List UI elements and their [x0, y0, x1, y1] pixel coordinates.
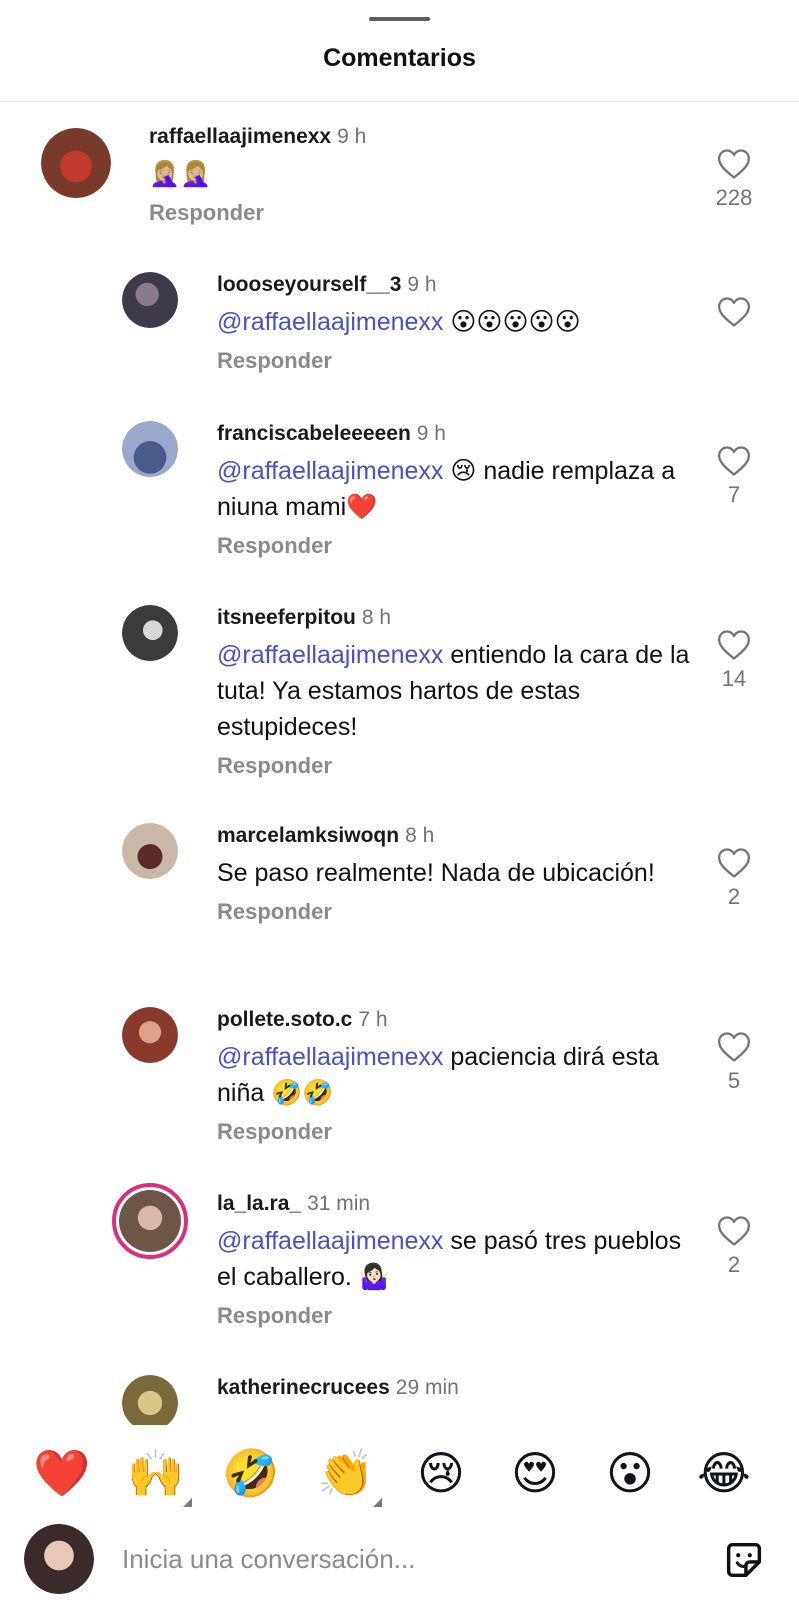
heart-eyes-emoji-icon: 😍 [511, 1447, 559, 1499]
comment-username[interactable]: la_la.ra_ [217, 1192, 301, 1215]
like-button[interactable]: 5 [709, 1031, 759, 1093]
like-button[interactable]: 2 [709, 847, 759, 909]
rofl-emoji-icon: 🤣 [222, 1447, 280, 1499]
comment-username[interactable]: loooseyourself__3 [217, 273, 401, 296]
raised-hands-emoji-icon: 🙌 [127, 1447, 185, 1499]
heart-outline-icon [717, 1032, 751, 1062]
comment-time: 9 h [407, 273, 437, 296]
comment-username[interactable]: itsneeferpitou [217, 606, 356, 629]
heart-outline-icon [717, 149, 751, 179]
comment-body: 🤦🏼‍♀️🤦🏼‍♀️ [149, 160, 212, 188]
comment-body: 😮😮😮😮😮 [443, 308, 581, 336]
avatar[interactable] [122, 421, 178, 477]
reaction-surprised[interactable]: 😮 [600, 1443, 660, 1503]
reply-button[interactable]: Responder [217, 1303, 699, 1329]
comment-mention[interactable]: @raffaellaajimenexx [217, 1043, 443, 1071]
comment-time: 8 h [405, 824, 435, 847]
comments-sheet: Comentarios raffaellaajimenexx 9 h 🤦🏼‍♀️🤦… [0, 0, 799, 1600]
reaction-rofl[interactable]: 🤣 [221, 1443, 281, 1503]
comment-text: @raffaellaajimenexx paciencia dirá esta … [217, 1039, 699, 1111]
reaction-raised-hands[interactable]: 🙌 [126, 1443, 192, 1507]
comment-mention[interactable]: @raffaellaajimenexx [217, 641, 443, 669]
surprised-emoji-icon: 😮 [606, 1447, 654, 1499]
comment-username[interactable]: katherinecrucees [217, 1376, 390, 1399]
like-button[interactable]: 7 [709, 445, 759, 507]
comment-username[interactable]: pollete.soto.c [217, 1008, 352, 1031]
comment-text: Se paso realmente! Nada de ubicación! [217, 855, 699, 891]
comment-text: 🤦🏼‍♀️🤦🏼‍♀️ [149, 156, 699, 192]
reaction-heart-eyes[interactable]: 😍 [505, 1443, 565, 1503]
crying-emoji-icon: 😢 [417, 1447, 465, 1499]
comment-body: Se paso realmente! Nada de ubicación! [217, 859, 655, 887]
comment-mention[interactable]: @raffaellaajimenexx [217, 457, 443, 485]
like-count: 14 [721, 666, 747, 691]
comment-username[interactable]: franciscabeleeeeen [217, 422, 411, 445]
quick-reactions-bar: ❤️ 🙌 🤣 👏 😢 😍 😮 😂 [0, 1425, 799, 1521]
heart-outline-icon [717, 446, 751, 476]
heart-outline-icon [717, 297, 751, 327]
avatar-with-story-ring[interactable] [112, 1183, 188, 1259]
reply-button[interactable]: Responder [217, 753, 699, 779]
comment-text: @raffaellaajimenexx 😢 nadie remplaza a n… [217, 453, 699, 525]
like-count: 2 [727, 884, 741, 909]
comment-composer [0, 1521, 799, 1600]
reply-button[interactable]: Responder [217, 899, 699, 925]
like-button[interactable]: 228 [709, 148, 759, 210]
comment-mention[interactable]: @raffaellaajimenexx [217, 308, 443, 336]
like-count: 2 [727, 1252, 741, 1277]
heart-outline-icon [717, 630, 751, 660]
variants-indicator [373, 1498, 382, 1507]
like-button[interactable]: 14 [709, 629, 759, 691]
drag-handle[interactable] [369, 17, 430, 21]
clap-emoji-icon: 👏 [317, 1447, 375, 1499]
comment-mention[interactable]: @raffaellaajimenexx [217, 1227, 443, 1255]
comments-list[interactable]: raffaellaajimenexx 9 h 🤦🏼‍♀️🤦🏼‍♀️ Respond… [0, 102, 799, 1425]
avatar[interactable] [122, 1007, 178, 1063]
avatar[interactable] [41, 128, 111, 198]
comment-time: 8 h [361, 606, 392, 629]
comment-time: 9 h [337, 125, 367, 148]
comment-time: 7 h [358, 1008, 388, 1031]
reply-button[interactable]: Responder [217, 348, 699, 374]
like-count: 5 [727, 1068, 741, 1093]
heart-outline-icon [717, 1216, 751, 1246]
comment-time: 31 min [307, 1192, 371, 1215]
avatar[interactable] [122, 605, 178, 661]
current-user-avatar[interactable] [24, 1524, 94, 1594]
comment-username[interactable]: raffaellaajimenexx [149, 125, 331, 148]
reaction-joy[interactable]: 😂 [694, 1443, 754, 1503]
comment-time: 9 h [416, 422, 446, 445]
reaction-heart[interactable]: ❤️ [32, 1443, 92, 1503]
like-count: 7 [727, 482, 741, 507]
like-button[interactable]: 2 [709, 1215, 759, 1277]
like-button[interactable] [709, 296, 759, 334]
reply-button[interactable]: Responder [217, 1119, 699, 1145]
avatar[interactable] [122, 272, 178, 328]
sticker-icon[interactable] [721, 1537, 767, 1583]
variants-indicator [183, 1498, 192, 1507]
like-count: 228 [715, 185, 753, 210]
heart-outline-icon [717, 848, 751, 878]
comment-input[interactable] [122, 1541, 682, 1577]
comment-text: @raffaellaajimenexx 😮😮😮😮😮 [217, 304, 699, 340]
comment-text: @raffaellaajimenexx se pasó tres pueblos… [217, 1223, 699, 1295]
reply-button[interactable]: Responder [149, 200, 699, 226]
comment-time: 29 min [395, 1376, 459, 1399]
heart-emoji-icon: ❤️ [33, 1447, 91, 1499]
sheet-title: Comentarios [323, 44, 476, 72]
reaction-crying[interactable]: 😢 [411, 1443, 471, 1503]
avatar[interactable] [122, 823, 178, 879]
comment-username[interactable]: marcelamksiwoqn [217, 824, 399, 847]
reaction-clap[interactable]: 👏 [316, 1443, 382, 1507]
avatar[interactable] [122, 1375, 178, 1425]
joy-emoji-icon: 😂 [697, 1447, 751, 1499]
reply-button[interactable]: Responder [217, 533, 699, 559]
comment-text: @raffaellaajimenexx entiendo la cara de … [217, 637, 699, 745]
